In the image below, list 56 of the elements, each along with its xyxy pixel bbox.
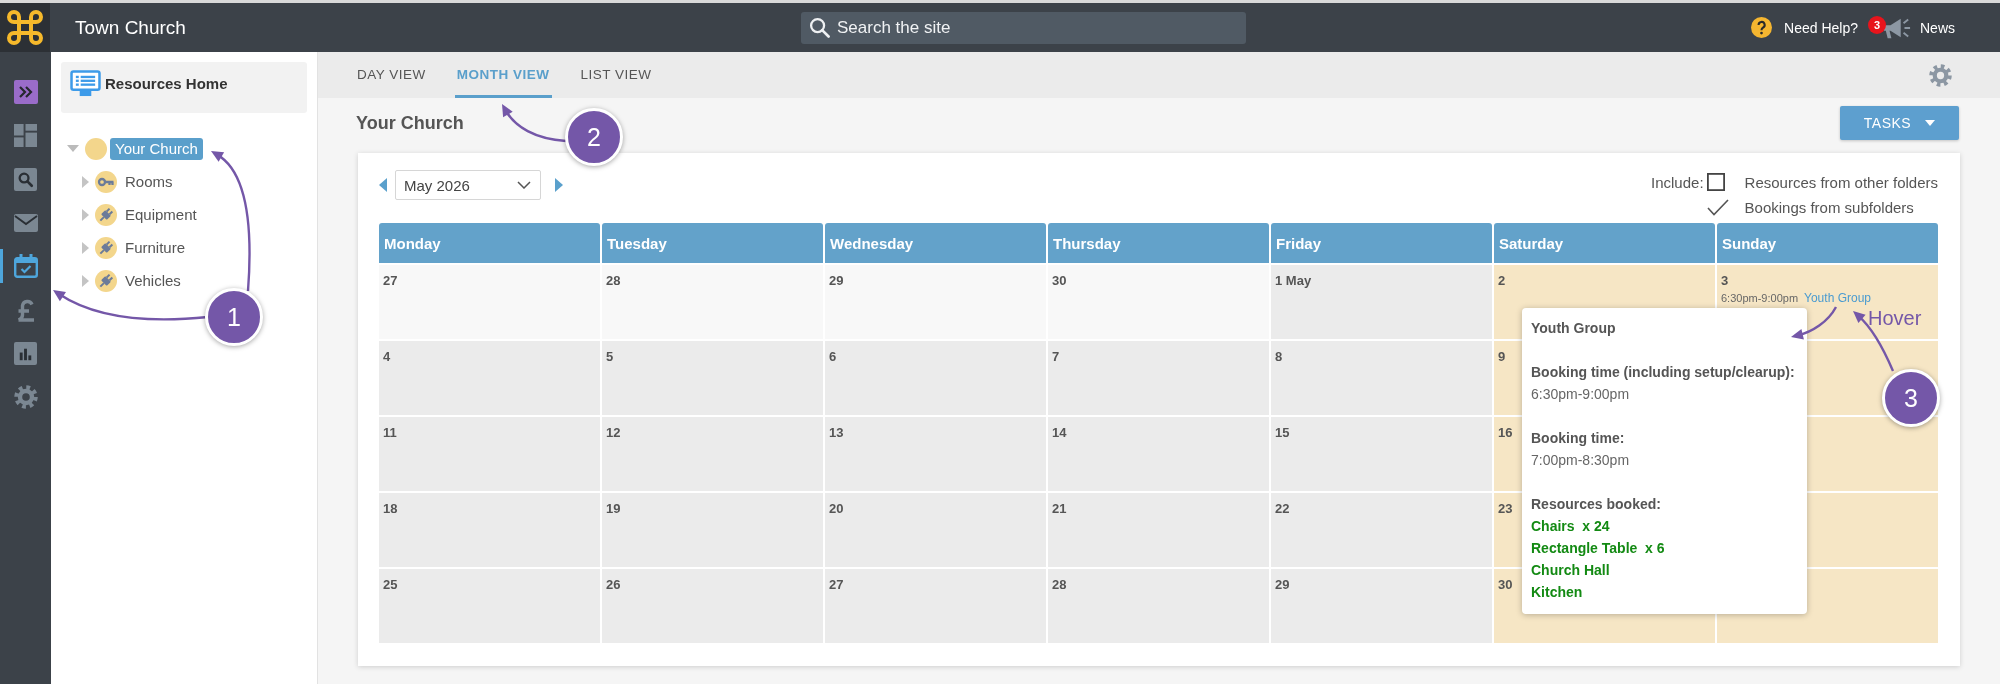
weekday-header: Wednesday	[825, 223, 1046, 263]
day-number: 23	[1498, 501, 1513, 517]
day-number: 12	[606, 425, 621, 441]
day-number: 8	[1275, 349, 1283, 365]
weekday-header: Thursday	[1048, 223, 1269, 263]
popup-heading: Resources booked:	[1531, 495, 1662, 514]
day-number: 4	[383, 349, 391, 365]
weekday-header: Friday	[1271, 223, 1492, 263]
day-number: 18	[383, 501, 398, 517]
annotation-label: Hover	[1868, 308, 1922, 328]
day-number: 3	[1721, 273, 1729, 289]
day-number: 28	[1052, 577, 1067, 593]
popup-title: Youth Group	[1531, 319, 1617, 338]
day-number: 19	[606, 501, 621, 517]
day-number: 13	[829, 425, 844, 441]
day-number: 22	[1275, 501, 1290, 517]
day-number: 29	[829, 273, 844, 289]
day-number: 7	[1052, 349, 1060, 365]
weekday-header: Tuesday	[602, 223, 823, 263]
resource-item: Church Hall	[1531, 561, 1611, 580]
day-number: 29	[1275, 577, 1290, 593]
day-number: 16	[1498, 425, 1513, 441]
day-number: 9	[1498, 349, 1506, 365]
checkbox-label: Bookings from subfolders	[1744, 199, 1915, 216]
booking-time: 6:30pm-9:00pm	[1531, 385, 1631, 404]
day-number: 27	[383, 273, 398, 289]
weekday-header: Saturday	[1494, 223, 1715, 263]
day-number: 5	[606, 349, 614, 365]
booking-time: 7:00pm-8:30pm	[1531, 451, 1631, 470]
day-number: 30	[1498, 577, 1513, 593]
site-title: Town Church	[75, 16, 186, 39]
day-number: 25	[383, 577, 398, 593]
day-number: 28	[606, 273, 621, 289]
day-number: 6	[829, 349, 837, 365]
day-number: 1 May	[1275, 273, 1312, 289]
event-time: 6:30pm-9:00pm	[1721, 292, 1799, 304]
weekday-header: Monday	[379, 223, 600, 263]
day-number: 20	[829, 501, 844, 517]
popup-heading: Booking time:	[1531, 429, 1626, 448]
resource-item: Rectangle Table x 6	[1531, 539, 1666, 558]
day-number: 14	[1052, 425, 1067, 441]
notification-badge: 3	[1868, 15, 1886, 34]
day-number: 27	[829, 577, 844, 593]
day-number: 21	[1052, 501, 1067, 517]
include-label: Include:	[1651, 173, 1704, 191]
page-title: Your Church	[356, 112, 464, 134]
day-number: 26	[606, 577, 621, 593]
day-number: 2	[1498, 273, 1506, 289]
day-number: 30	[1052, 273, 1067, 289]
weekday-header: Sunday	[1717, 223, 1938, 263]
day-number: 15	[1275, 425, 1290, 441]
checkbox-label: Resources from other folders	[1744, 173, 1938, 191]
resource-item: Kitchen	[1531, 583, 1584, 602]
resource-item: Chairs x 24	[1531, 517, 1611, 536]
day-number: 11	[383, 425, 397, 441]
popup-heading: Booking time (including setup/clearup):	[1531, 363, 1795, 382]
